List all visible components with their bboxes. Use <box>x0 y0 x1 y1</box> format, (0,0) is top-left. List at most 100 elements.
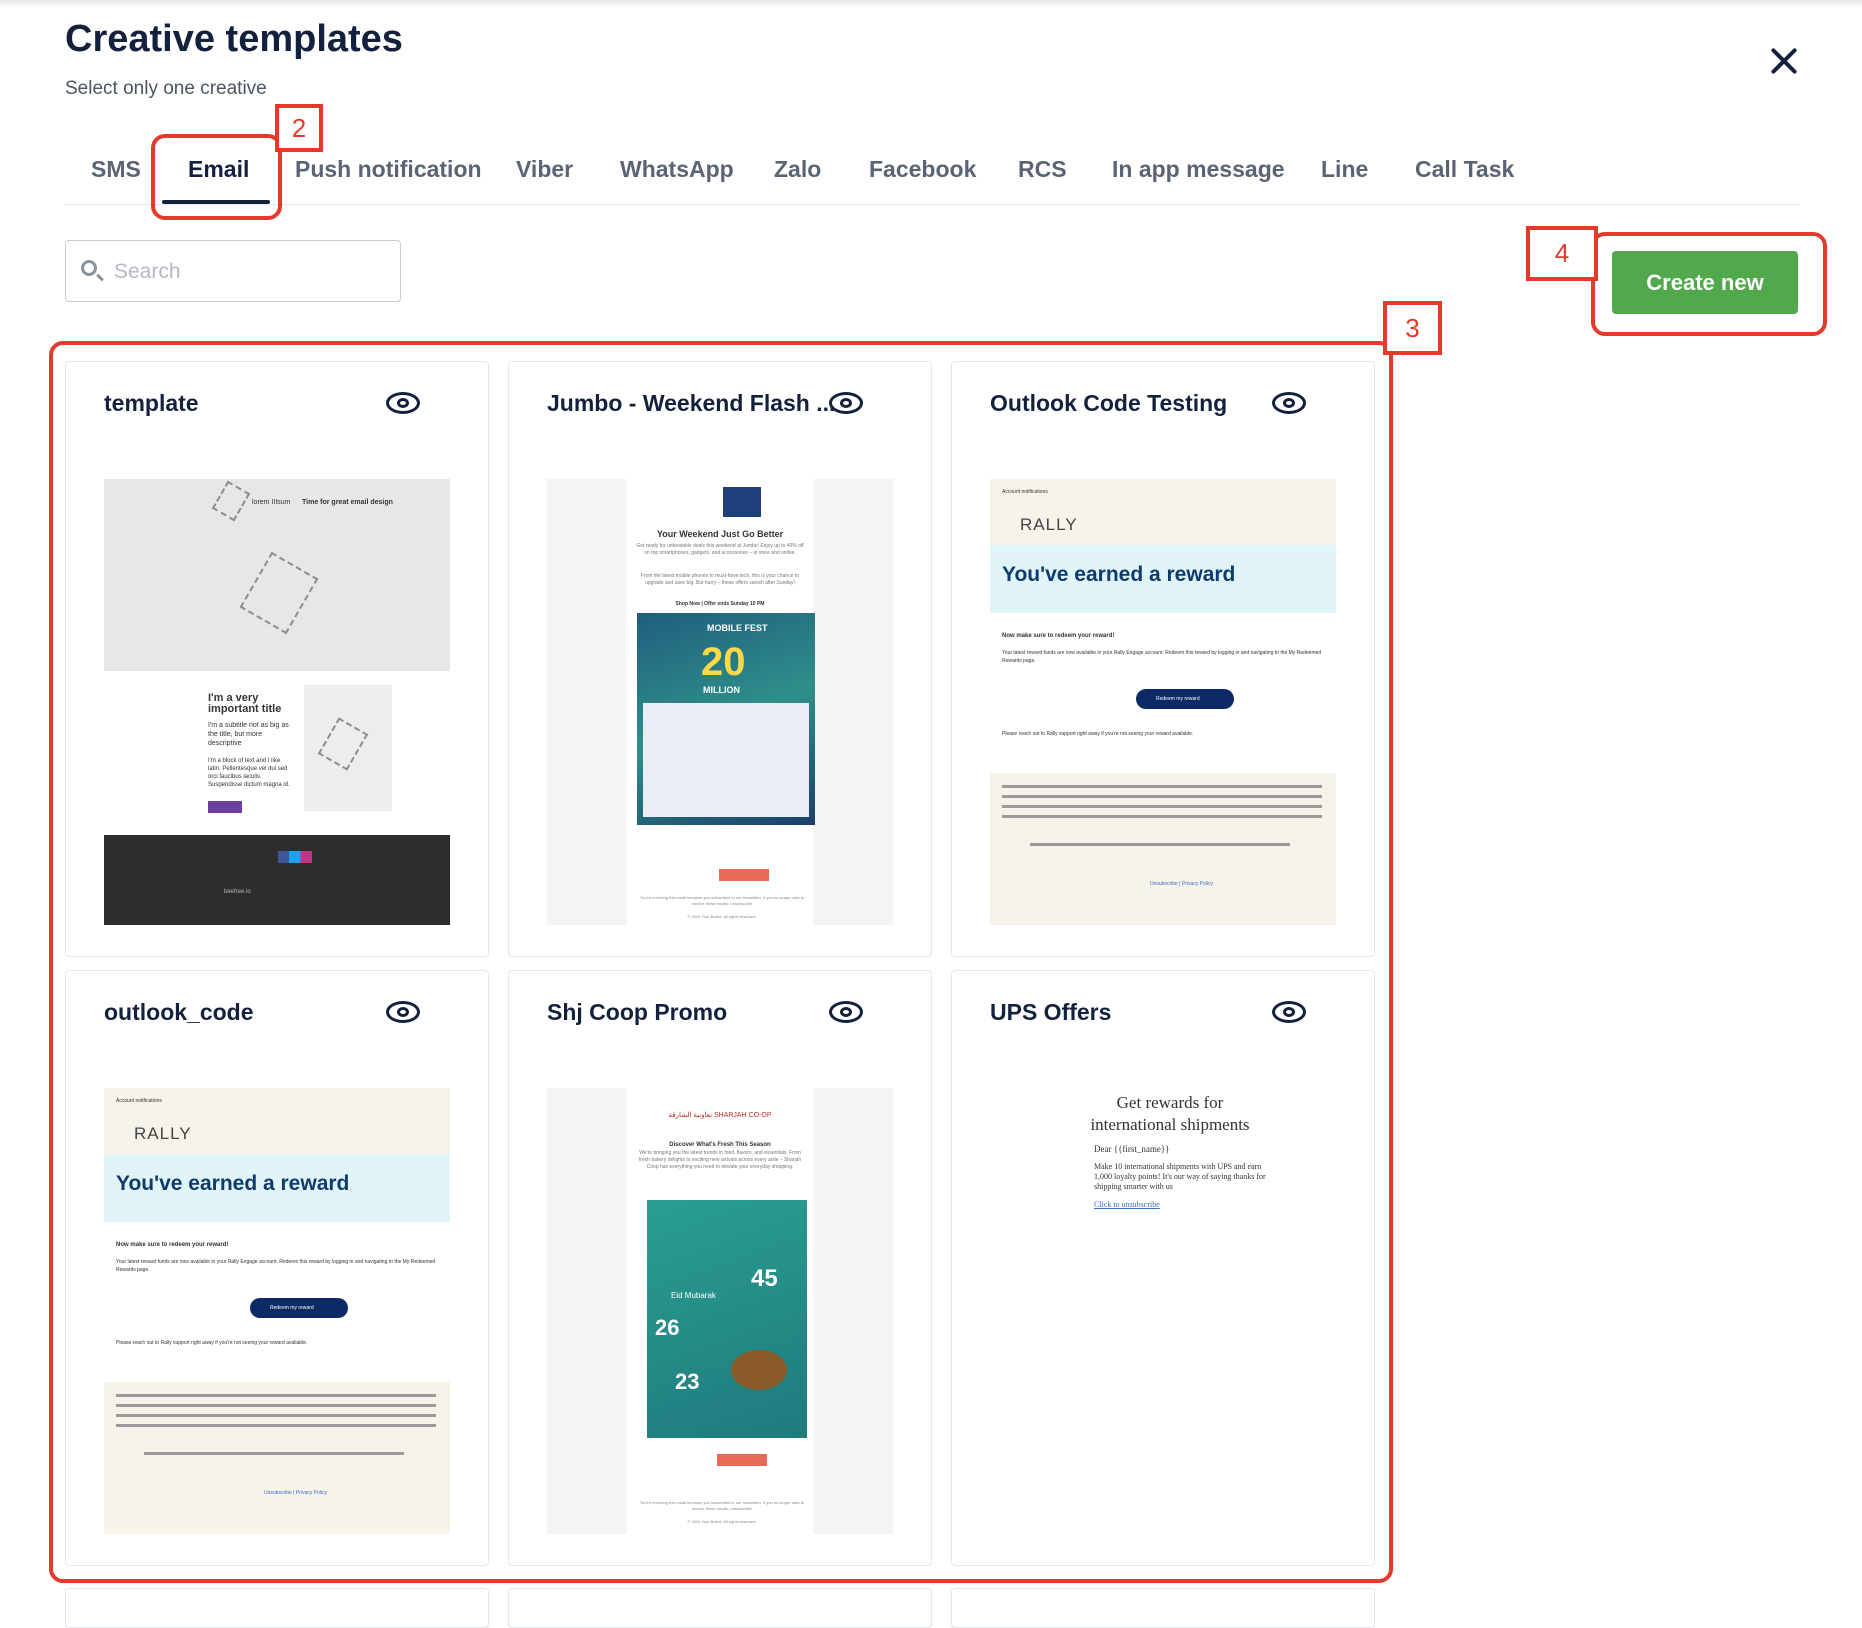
template-card[interactable] <box>65 1588 489 1628</box>
preview-body: I'm a block of text and I like latin. Pe… <box>208 758 290 788</box>
eye-icon[interactable] <box>829 1001 863 1023</box>
template-preview[interactable]: تعاونية الشارقة SHARJAH CO-OP Discover W… <box>547 1088 893 1534</box>
template-name: UPS Offers <box>990 999 1112 1025</box>
tab-rcs[interactable]: RCS <box>1018 156 1067 183</box>
preview-intro: Get ready for unbeatable deals this week… <box>636 543 804 556</box>
preview-top: Account notifications <box>116 1098 162 1104</box>
promo-poster: Eid Mubarak 45 26 23 <box>647 1200 807 1438</box>
preview-redeem-button: Redeem my reward <box>1136 689 1234 709</box>
preview-heading: Now make sure to redeem your reward! <box>1002 633 1115 639</box>
jumbo-logo-icon <box>723 487 761 517</box>
preview-headline: Your Weekend Just Go Better <box>656 529 784 539</box>
eye-icon[interactable] <box>1272 392 1306 414</box>
tab-sms[interactable]: SMS <box>91 156 141 183</box>
preview-logo: RALLY <box>1020 515 1078 534</box>
template-card[interactable]: template lorem IIIsum Time for great ema… <box>65 361 489 957</box>
preview-fine-print <box>1030 843 1290 846</box>
template-preview[interactable]: Get rewards for international shipments … <box>990 1088 1336 1534</box>
template-preview[interactable]: Account notifications RALLY You've earne… <box>104 1088 450 1534</box>
tab-push-notification[interactable]: Push notification <box>295 156 482 183</box>
tab-whatsapp[interactable]: WhatsApp <box>620 156 734 183</box>
tab-zalo[interactable]: Zalo <box>774 156 821 183</box>
poster-greeting: Eid Mubarak <box>671 1291 716 1300</box>
preview-intro: We're bringing you the latest trends in … <box>638 1150 802 1170</box>
preview-shop-button <box>717 1454 767 1466</box>
product-grid <box>643 703 809 817</box>
preview-copyright: © 2024 Your Brand. All rights reserved. <box>687 1519 757 1524</box>
preview-banner-text: You've earned a reward <box>116 1172 350 1195</box>
template-card[interactable]: Outlook Code Testing Account notificatio… <box>951 361 1375 957</box>
preview-body: Make 10 international shipments with UPS… <box>1094 1162 1266 1191</box>
preview-links: Unsubscribe | Privacy Policy <box>1150 881 1213 887</box>
eye-icon[interactable] <box>386 392 420 414</box>
preview-read-more <box>208 801 242 813</box>
top-shadow <box>0 0 1862 8</box>
preview-links: Unsubscribe | Privacy Policy <box>264 1490 327 1496</box>
preview-copyright: © 2024 Your Brand. All rights reserved. <box>687 914 757 919</box>
preview-headline: Get rewards for international shipments <box>1090 1093 1250 1134</box>
preview-fine-print <box>1002 815 1322 818</box>
poster-price-2: 26 <box>655 1315 680 1340</box>
preview-note: Please reach out to Rally support right … <box>1002 731 1194 737</box>
template-card[interactable]: UPS Offers Get rewards for international… <box>951 970 1375 1566</box>
preview-fine-print <box>116 1424 436 1427</box>
preview-fine-print <box>116 1404 436 1407</box>
template-name: outlook_code <box>104 999 254 1025</box>
preview-body: Your latest reward funds are now availab… <box>1002 650 1322 664</box>
dialog-title: Creative templates <box>65 18 403 60</box>
eye-icon[interactable] <box>829 392 863 414</box>
preview-banner-text: You've earned a reward <box>1002 563 1236 586</box>
preview-fine-print <box>116 1394 436 1397</box>
preview-redeem-button: Redeem my reward <box>250 1298 348 1318</box>
basket-illustration <box>731 1350 787 1390</box>
promo-poster: MOBILE FEST 20 MILLION <box>637 613 815 825</box>
search-box <box>65 240 401 302</box>
annotation-box-tab <box>151 134 282 220</box>
preview-fine-print <box>1002 795 1322 798</box>
preview-fine-print <box>144 1452 404 1455</box>
template-preview[interactable]: Your Weekend Just Go Better Get ready fo… <box>547 479 893 925</box>
close-icon[interactable] <box>1762 40 1806 84</box>
preview-cta-row: Shop Now | Offer ends Sunday 10 PM <box>675 601 765 607</box>
poster-price-3: 23 <box>675 1369 700 1394</box>
preview-redeem-label: Redeem my reward <box>270 1305 314 1311</box>
annotation-label-4: 4 <box>1526 226 1598 281</box>
search-icon <box>81 260 97 276</box>
template-card[interactable]: Jumbo - Weekend Flash ... Your Weekend J… <box>508 361 932 957</box>
template-card[interactable]: outlook_code Account notifications RALLY… <box>65 970 489 1566</box>
template-name: Shj Coop Promo <box>547 999 728 1025</box>
preview-footer: You're receiving this email because you … <box>639 1500 805 1511</box>
tab-call-task[interactable]: Call Task <box>1415 156 1514 183</box>
tab-facebook[interactable]: Facebook <box>869 156 976 183</box>
channel-tabs: SMS Email Push notification Viber WhatsA… <box>65 150 1800 205</box>
annotation-label-2: 2 <box>275 104 323 152</box>
preview-redeem-label: Redeem my reward <box>1156 696 1200 702</box>
search-input[interactable] <box>112 255 386 289</box>
preview-unsubscribe-link: Click to unsubscribe <box>1094 1200 1160 1209</box>
eye-icon[interactable] <box>386 1001 420 1023</box>
tab-viber[interactable]: Viber <box>516 156 573 183</box>
tab-in-app-message[interactable]: In app message <box>1112 156 1285 183</box>
preview-brand: lorem IIIsum <box>252 499 291 506</box>
preview-tagline: Time for great email design <box>302 499 393 506</box>
annotation-box-button <box>1591 232 1827 336</box>
preview-fine-print <box>1002 785 1322 788</box>
preview-subheading: I'm a subtitle not as big as the title, … <box>208 722 289 747</box>
tab-line[interactable]: Line <box>1321 156 1368 183</box>
template-preview[interactable]: Account notifications RALLY You've earne… <box>990 479 1336 925</box>
template-name: Jumbo - Weekend Flash ... <box>547 390 836 416</box>
preview-footer: You're receiving this email because you … <box>639 895 805 906</box>
template-preview[interactable]: lorem IIIsum Time for great email design… <box>104 479 450 925</box>
template-card[interactable] <box>951 1588 1375 1628</box>
preview-intro-2: From the latest mobile phones to must-ha… <box>640 573 800 586</box>
template-card[interactable] <box>508 1588 932 1628</box>
preview-note: Please reach out to Rally support right … <box>116 1340 308 1346</box>
eye-icon[interactable] <box>1272 1001 1306 1023</box>
template-name: Outlook Code Testing <box>990 390 1228 416</box>
poster-price-1: 45 <box>751 1265 778 1292</box>
preview-body: Your latest reward funds are now availab… <box>116 1259 436 1273</box>
template-card[interactable]: Shj Coop Promo تعاونية الشارقة SHARJAH C… <box>508 970 932 1566</box>
preview-logo: RALLY <box>134 1124 192 1143</box>
preview-logo: تعاونية الشارقة SHARJAH CO-OP <box>668 1112 772 1119</box>
poster-unit: MILLION <box>703 685 740 695</box>
